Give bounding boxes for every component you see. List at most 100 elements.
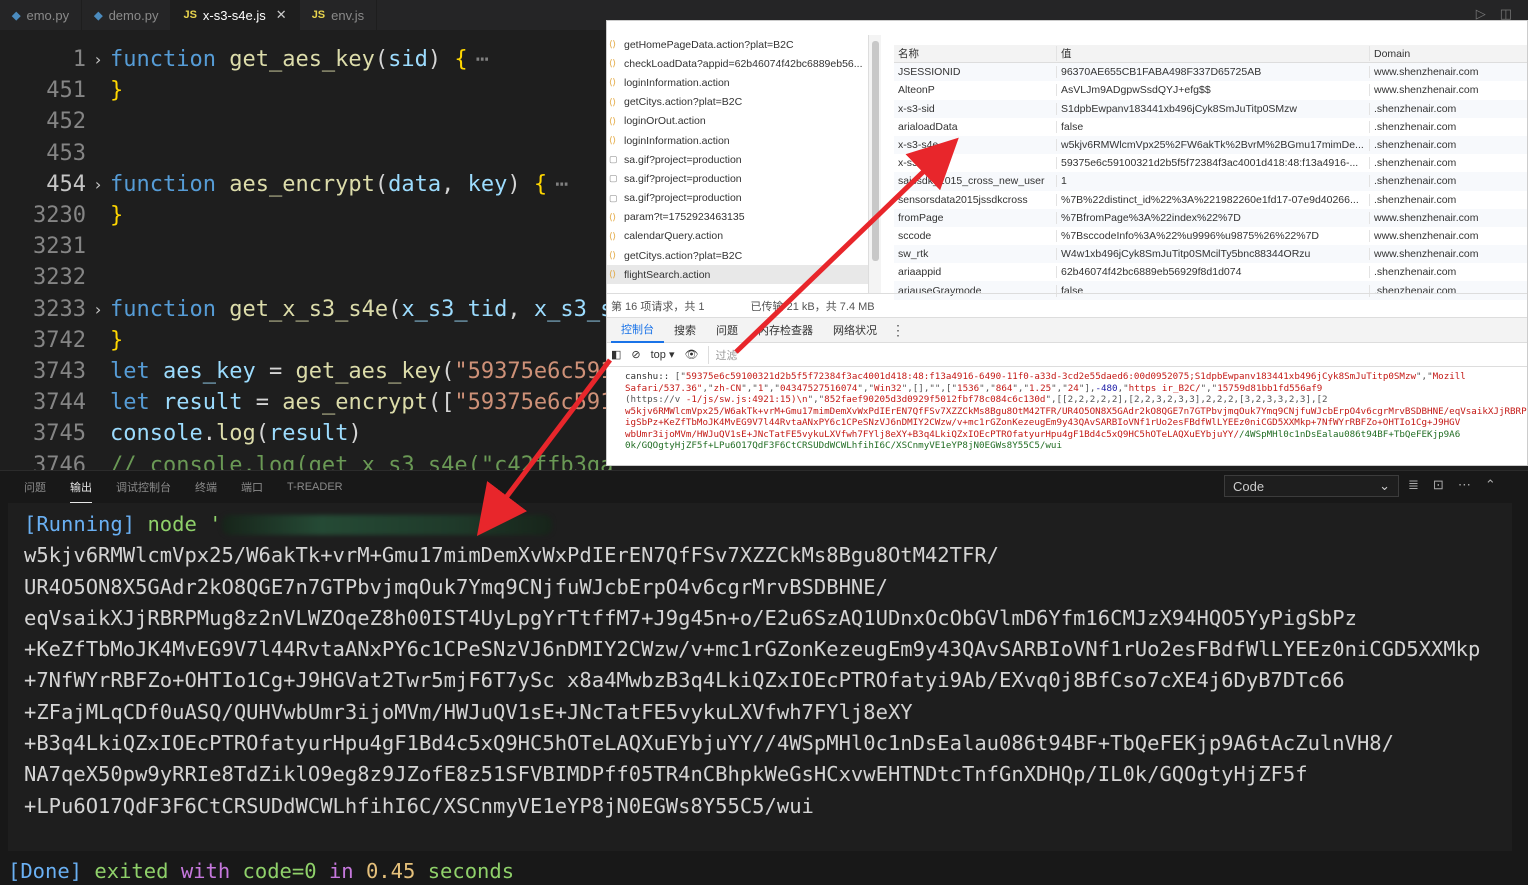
context-select[interactable]: top ▾ — [651, 348, 675, 361]
cookie-header-cell[interactable]: Domain — [1370, 48, 1527, 60]
console-token: "," — [763, 382, 780, 394]
clear-output-icon[interactable]: ≣ — [1408, 477, 1419, 493]
console-line: (https://v -1/js/sw.js:4921:15)\n","852f… — [625, 394, 1527, 406]
tab-env-js[interactable]: JS env.js — [300, 0, 378, 30]
code-token: function — [110, 171, 230, 197]
code-token: ) — [427, 47, 455, 72]
cookie-row[interactable]: sensorsdata2015jssdkcross %7B%22distinct_… — [894, 191, 1527, 209]
panel-tab[interactable]: 终端 — [195, 471, 217, 503]
devtools-tab[interactable]: 问题 — [706, 317, 748, 343]
fold-chevron-icon[interactable]: › — [86, 300, 110, 319]
console-token: -1/js/sw.js:4921:15)\n — [685, 394, 808, 405]
request-row[interactable]: ▢ sa.gif?project=production — [607, 189, 868, 208]
cookie-table[interactable]: 名称值 Domain JSESSIONID 96370AE655CB1FABA498F… — [894, 45, 1527, 303]
code-token: function — [110, 47, 230, 72]
devtools-tab[interactable]: 内存检查器 — [748, 317, 823, 343]
output-view[interactable]: [Running] node ' w5kjv6RMWlcmVpx25/W6akTk… — [8, 503, 1512, 851]
cookie-row[interactable]: x-s3-sid S1dpbEwpanv183441xb496jCyk8SmJuT… — [894, 99, 1527, 118]
request-list-scrollbar[interactable] — [869, 35, 881, 293]
console-token: Mozill — [1432, 371, 1466, 382]
cookie-row[interactable]: sajssdk_2015_cross_new_user 1 .shenzhenair… — [894, 172, 1527, 191]
code-token: "59375e6c5910 — [454, 390, 627, 416]
js-file-icon: JS — [311, 9, 326, 21]
lock-icon[interactable]: ⊡ — [1433, 477, 1444, 493]
cookie-row[interactable]: sccode %7BsccodeInfo%3A%22%u9996%u9875%26… — [894, 227, 1527, 245]
request-row[interactable]: ⟨⟩ param?t=1752923463135 — [607, 208, 868, 227]
tab-emo-py[interactable]: ◆ emo.py — [0, 0, 83, 30]
panel-tab[interactable]: T-READER — [287, 471, 343, 503]
context-value: top — [650, 349, 666, 361]
panel-tab[interactable]: 端口 — [241, 471, 263, 503]
cookie-row[interactable]: x-s3-tid 59375e6c59100321d2b5f5f72384f3ac… — [894, 154, 1527, 172]
console-token: wbUmr3ijoMVm/HWJuQV1sE+JNcTatFE5vykuLXVf… — [625, 428, 1239, 440]
code-token: log — [215, 421, 256, 447]
cookie-cell: .shenzhenair.com — [1374, 102, 1457, 115]
cookie-header-cell[interactable]: 名称 — [894, 46, 1057, 62]
cookie-row[interactable]: ariaappid 62b46074f42bc6889eb56929f8d1d07… — [894, 263, 1527, 281]
code-token: = — [242, 390, 283, 416]
more-actions-icon[interactable]: ⋯ — [1458, 477, 1471, 493]
chevron-up-icon[interactable]: ⌃ — [1485, 477, 1496, 493]
request-row[interactable]: ▢ sa.gif?project=production — [607, 150, 868, 169]
code-text: let result = aes_encrypt(["59375e6c5910 — [110, 390, 627, 415]
console-filter-input[interactable]: 过滤 — [708, 345, 908, 364]
request-row[interactable]: ⟨⟩ checkLoadData?appid=62b46074f42bc6889e… — [607, 54, 868, 73]
code-token: "59375e6c5910 — [454, 359, 627, 384]
cookie-row[interactable]: JSESSIONID 96370AE655CB1FABA498F337D65725… — [894, 63, 1527, 82]
fold-chevron-icon[interactable]: › — [86, 50, 110, 69]
code-token: get_aes_key — [295, 359, 442, 384]
panel-tab[interactable]: 输出 — [70, 471, 92, 503]
code-token: aes_encrypt — [229, 171, 375, 197]
xhr-request-icon: ⟨⟩ — [609, 96, 617, 107]
devtools-tab[interactable]: 网络状况 — [823, 317, 887, 343]
code-token: key — [467, 171, 508, 197]
cookie-cell: JSESSIONID — [894, 66, 1057, 79]
request-row[interactable]: ⟨⟩ getHomePageData.action?plat=B2C — [607, 35, 868, 54]
cookie-row[interactable]: arialoadData false .shenzhenair.com — [894, 118, 1527, 136]
cookie-cell: false — [1057, 120, 1370, 133]
cookie-row[interactable]: x-s3-s4e w5kjv6RMWlcmVpx25%2FW6akTk%2BvrM… — [894, 135, 1527, 155]
request-row[interactable]: ▢ sa.gif?project=production — [607, 169, 868, 188]
folded-region-icon[interactable]: ⋯ — [476, 47, 489, 72]
line-number: 451 — [46, 78, 86, 104]
devtools-tab[interactable]: 搜索 — [664, 317, 706, 343]
cookie-row[interactable]: sw_rtk W4w1xb496jCyk8SmJuTitp0SMcilTy5bnc… — [894, 245, 1527, 264]
request-row[interactable]: ⟨⟩ loginInformation.action — [607, 131, 868, 150]
devtools-tab[interactable]: 控制台 — [611, 317, 664, 343]
more-tabs-icon[interactable]: ⋮ — [887, 322, 909, 339]
request-row[interactable]: ⟨⟩ loginInformation.action — [607, 73, 868, 92]
request-name: getCitys.action?plat=B2C — [624, 96, 743, 109]
request-row[interactable]: ⟨⟩ getCitys.action?plat=B2C — [607, 93, 868, 112]
panel-tab[interactable]: 问题 — [24, 471, 46, 503]
cookie-row[interactable]: fromPage %7BfromPage%3A%22index%22%7D www.… — [894, 208, 1527, 227]
console-output[interactable]: canshu:: ["59375e6c59100321d2b5f5f72384f… — [607, 367, 1527, 465]
request-name: loginInformation.action — [624, 76, 730, 89]
eye-icon[interactable]: 👁 — [685, 348, 699, 361]
cookie-cell: %7BfromPage%3A%22index%22%7D — [1057, 211, 1370, 224]
console-token: "," — [857, 382, 875, 394]
request-count: 第 16 项请求，共 1 — [611, 300, 705, 313]
code-token: get_aes_key — [229, 47, 375, 72]
cookie-row[interactable]: AlteonP AsVLJm9ADgpwSsdQYJ+efg$$ www.shenz… — [894, 81, 1527, 99]
clear-console-icon[interactable]: ⊘ — [631, 348, 640, 361]
fold-chevron-icon[interactable]: › — [86, 175, 110, 194]
folded-region-icon[interactable]: ⋯ — [555, 172, 568, 197]
request-row[interactable]: ⟨⟩ flightSearch.action — [607, 265, 868, 285]
panel-tab[interactable]: 调试控制台 — [116, 471, 171, 503]
tab-x-s3-s4e-js[interactable]: JS x-s3-s4e.js ✕ — [171, 0, 300, 30]
line-number: 3742 — [33, 327, 86, 353]
request-row[interactable]: ⟨⟩ getCitys.action?plat=B2C — [607, 246, 868, 265]
code-text: } — [110, 203, 123, 228]
console-line: w5kjv6RMWlcmVpx25/W6akTk+vrM+Gmu17mimDem… — [625, 406, 1527, 418]
console-token: 1.25 — [1029, 382, 1052, 394]
request-name: getCitys.action?plat=B2C — [624, 249, 743, 262]
network-request-list[interactable]: ⟨⟩ getHomePageData.action?plat=B2C ⟨⟩ check… — [607, 35, 869, 293]
cookie-cell: .shenzhenair.com — [1374, 193, 1457, 206]
output-channel-select[interactable]: Code ⌄ — [1224, 475, 1399, 497]
request-row[interactable]: ⟨⟩ calendarQuery.action — [607, 227, 868, 246]
tab-demo-py[interactable]: ◆ demo.py — [82, 0, 172, 30]
sidebar-toggle-icon[interactable]: ◧ — [611, 348, 621, 361]
request-row[interactable]: ⟨⟩ loginOrOut.action — [607, 112, 868, 131]
cookie-header-cell[interactable]: 值 — [1057, 46, 1370, 62]
close-icon[interactable]: ✕ — [276, 7, 287, 23]
